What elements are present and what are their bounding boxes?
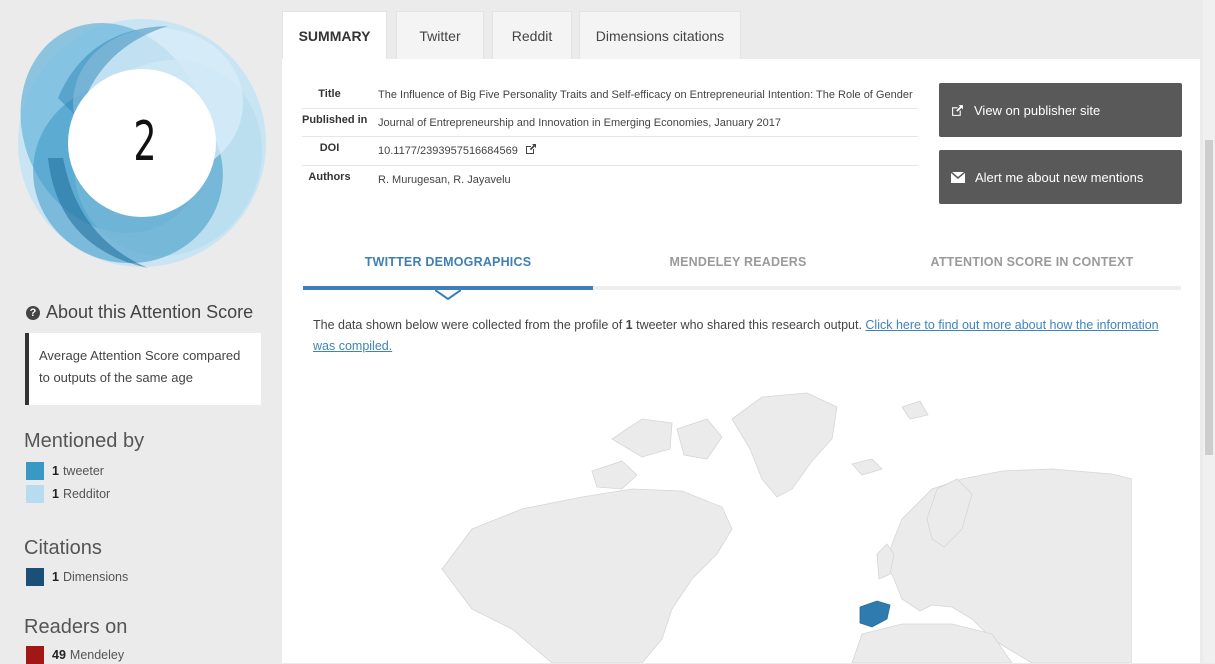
tab-mendeley-readers[interactable]: MENDELEY READERS — [593, 255, 883, 269]
metadata-table: Title The Influence of Big Five Personal… — [302, 81, 918, 193]
tab-reddit[interactable]: Reddit — [492, 11, 572, 60]
tweeter-count: 1 — [52, 464, 59, 478]
authors-label: Authors — [308, 171, 351, 183]
citations-heading: Citations — [24, 537, 102, 559]
mendeley-count: 49 — [52, 648, 66, 662]
demographics-description: The data shown below were collected from… — [313, 315, 1173, 357]
dimensions-swatch — [26, 568, 44, 586]
mentioned-by-heading: Mentioned by — [24, 430, 145, 452]
scrollbar-thumb[interactable] — [1205, 140, 1213, 455]
doi-value-wrap: 10.1177/2393957516684569 — [378, 137, 918, 165]
legend-item-tweeter[interactable]: 1 tweeter — [26, 462, 104, 480]
title-label: Title — [318, 88, 341, 100]
metadata-row-authors: Authors R. Murugesan, R. Jayavelu — [302, 166, 918, 193]
page-scrollbar[interactable] — [1203, 0, 1215, 663]
tweeter-label: tweeter — [62, 464, 104, 478]
world-map[interactable] — [432, 379, 1132, 663]
mendeley-label: Mendeley — [69, 648, 125, 662]
redditor-count: 1 — [52, 487, 59, 501]
alert-me-label: Alert me about new mentions — [975, 169, 1144, 185]
legend-item-mendeley[interactable]: 49 Mendeley — [26, 646, 124, 664]
mendeley-swatch — [26, 646, 44, 664]
authors-value: R. Murugesan, R. Jayavelu — [378, 174, 511, 186]
doi-value[interactable]: 10.1177/2393957516684569 — [378, 145, 518, 157]
tab-twitter-demographics[interactable]: TWITTER DEMOGRAPHICS — [303, 255, 593, 269]
about-score-description: Average Attention Score compared to outp… — [25, 333, 261, 405]
metadata-row-doi: DOI 10.1177/2393957516684569 — [302, 137, 918, 166]
published-value: Journal of Entrepreneurship and Innovati… — [378, 117, 781, 129]
question-icon: ? — [26, 305, 40, 320]
legend-item-redditor[interactable]: 1 Redditor — [26, 485, 110, 503]
title-value: The Influence of Big Five Personality Tr… — [378, 89, 913, 101]
attention-score-value: 2 — [133, 110, 157, 173]
redditor-swatch — [26, 485, 44, 503]
metadata-row-title: Title The Influence of Big Five Personal… — [302, 81, 918, 109]
envelope-icon — [951, 171, 965, 183]
dimensions-count: 1 — [52, 570, 59, 584]
tab-summary[interactable]: SUMMARY — [282, 11, 387, 60]
alert-me-button[interactable]: Alert me about new mentions — [939, 150, 1182, 204]
legend-item-dimensions[interactable]: 1 Dimensions — [26, 568, 128, 586]
tab-attention-score-context[interactable]: ATTENTION SCORE IN CONTEXT — [883, 255, 1181, 269]
published-label: Published in — [302, 114, 368, 126]
redditor-label: Redditor — [62, 487, 111, 501]
tweeter-swatch — [26, 462, 44, 480]
about-score-heading[interactable]: ? About this Attention Score — [26, 302, 253, 323]
metadata-row-published: Published in Journal of Entrepreneurship… — [302, 109, 918, 137]
external-link-icon — [951, 104, 964, 117]
description-pre: The data shown below were collected from… — [313, 318, 626, 332]
doi-label: DOI — [319, 142, 340, 154]
dimensions-label: Dimensions — [62, 570, 129, 584]
highlighted-country-spain — [859, 600, 891, 628]
tab-dimensions-citations[interactable]: Dimensions citations — [579, 11, 741, 60]
tab-twitter[interactable]: Twitter — [396, 11, 484, 60]
external-link-icon[interactable] — [525, 143, 537, 161]
about-score-label: About this Attention Score — [46, 302, 254, 322]
active-tab-pointer-icon — [435, 286, 461, 300]
view-on-publisher-button[interactable]: View on publisher site — [939, 83, 1182, 137]
readers-heading: Readers on — [24, 616, 128, 638]
sidebar: 2 ? About this Attention Score Average A… — [0, 0, 275, 664]
summary-panel: Title The Influence of Big Five Personal… — [282, 59, 1200, 663]
tweeter-count-bold: 1 — [625, 318, 633, 332]
view-on-publisher-label: View on publisher site — [974, 102, 1101, 118]
description-post: tweeter who shared this research output. — [632, 318, 866, 332]
demographics-tabs: TWITTER DEMOGRAPHICS MENDELEY READERS AT… — [303, 245, 1181, 300]
